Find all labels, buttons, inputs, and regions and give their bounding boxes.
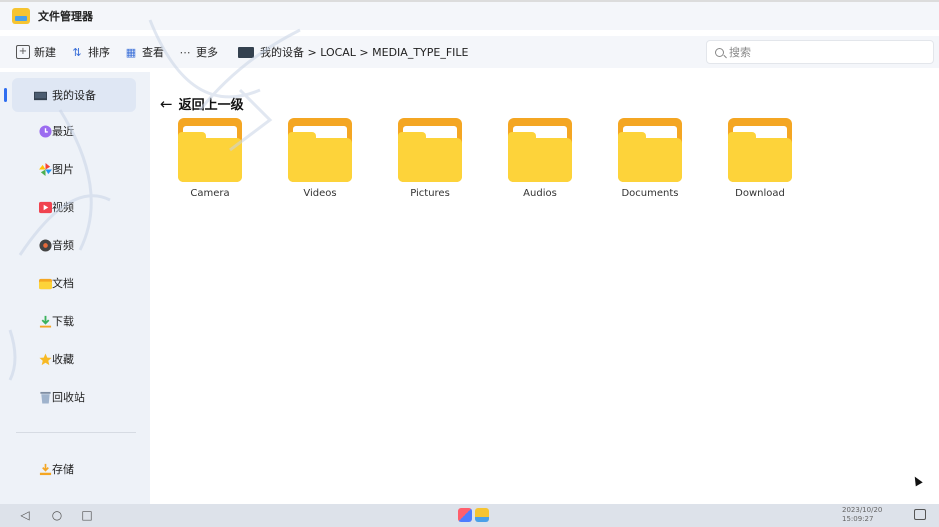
sidebar-item-downloads[interactable]: 下载 bbox=[16, 304, 140, 338]
sidebar-item-label: 文档 bbox=[52, 277, 74, 290]
more-button[interactable]: ⋯ 更多 bbox=[178, 44, 219, 60]
sidebar-item-documents[interactable]: 文档 bbox=[16, 266, 140, 300]
storage-icon bbox=[39, 463, 52, 475]
sidebar-item-label: 图片 bbox=[52, 163, 74, 176]
home-nav-icon[interactable]: ○ bbox=[50, 508, 64, 522]
search-icon bbox=[715, 47, 724, 57]
sidebar-item-audio[interactable]: 音频 bbox=[16, 228, 140, 262]
breadcrumb[interactable]: 我的设备 > LOCAL > MEDIA_TYPE_FILE bbox=[238, 44, 469, 60]
pinwheel-icon bbox=[39, 162, 52, 176]
sidebar-item-recent[interactable]: 最近 bbox=[16, 114, 140, 148]
sort-icon: ⇅ bbox=[72, 45, 82, 59]
breadcrumb-path: 我的设备 > LOCAL > MEDIA_TYPE_FILE bbox=[260, 46, 469, 59]
folder-label: Audios bbox=[523, 188, 557, 199]
sidebar-item-label: 收藏 bbox=[52, 353, 74, 366]
file-manager-taskbar-icon[interactable] bbox=[475, 508, 489, 522]
folder-download[interactable]: Download bbox=[715, 118, 805, 206]
taskbar: ◁ ○ □ 2023/10/20 15:09:27 bbox=[0, 504, 939, 527]
folder-audios[interactable]: Audios bbox=[495, 118, 585, 206]
sidebar-item-label: 回收站 bbox=[52, 391, 85, 404]
grid-icon: ▦ bbox=[125, 45, 137, 59]
search-input[interactable]: 搜索 bbox=[706, 40, 934, 64]
back-nav-icon[interactable]: ◁ bbox=[18, 508, 32, 522]
sidebar-item-my-device[interactable]: 我的设备 bbox=[4, 78, 136, 112]
folder-icon bbox=[728, 118, 792, 182]
search-placeholder: 搜索 bbox=[729, 46, 751, 59]
title-bar: 文件管理器 bbox=[0, 0, 939, 30]
folder-icon bbox=[178, 118, 242, 182]
active-indicator bbox=[4, 88, 7, 102]
clock-icon bbox=[39, 124, 52, 138]
back-button[interactable]: ← 返回上一级 bbox=[160, 94, 244, 114]
trash-icon bbox=[40, 391, 51, 404]
toolbar: + 新建 ⇅ 排序 ▦ 查看 ⋯ 更多 我的设备 > LOCAL > MEDIA… bbox=[0, 36, 939, 68]
window-title: 文件管理器 bbox=[38, 10, 93, 23]
star-icon bbox=[39, 352, 52, 365]
sidebar-item-label: 音频 bbox=[52, 239, 74, 252]
view-button[interactable]: ▦ 查看 bbox=[124, 44, 164, 60]
download-icon bbox=[39, 315, 52, 328]
back-arrow-icon: ← bbox=[160, 94, 173, 113]
video-icon bbox=[39, 201, 52, 213]
more-button-label: 更多 bbox=[196, 46, 218, 59]
sidebar-item-label: 我的设备 bbox=[52, 89, 96, 102]
computer-icon bbox=[34, 91, 47, 100]
folder-icon bbox=[508, 118, 572, 182]
file-manager-app-icon bbox=[12, 8, 30, 24]
sidebar-item-pictures[interactable]: 图片 bbox=[16, 152, 140, 186]
sidebar-item-label: 视频 bbox=[52, 201, 74, 214]
folder-videos[interactable]: Videos bbox=[275, 118, 365, 206]
new-button-label: 新建 bbox=[34, 46, 56, 59]
folder-icon bbox=[618, 118, 682, 182]
app-launcher-icon[interactable] bbox=[458, 508, 472, 522]
folder-camera[interactable]: Camera bbox=[165, 118, 255, 206]
notification-icon[interactable] bbox=[914, 509, 926, 520]
sidebar-item-label: 下载 bbox=[52, 315, 74, 328]
folder-icon bbox=[39, 278, 52, 289]
folder-label: Download bbox=[735, 188, 785, 199]
sidebar-divider bbox=[16, 432, 136, 433]
more-icon: ⋯ bbox=[179, 45, 191, 59]
audio-icon bbox=[39, 238, 52, 252]
clock-date: 2023/10/20 bbox=[842, 506, 883, 514]
folder-icon bbox=[398, 118, 462, 182]
folder-label: Videos bbox=[303, 188, 337, 199]
sidebar-item-recycle-bin[interactable]: 回收站 bbox=[16, 380, 140, 414]
view-button-label: 查看 bbox=[142, 46, 164, 59]
folder-label: Pictures bbox=[410, 188, 450, 199]
folder-icon bbox=[288, 118, 352, 182]
content-area: ← 返回上一级 Camera Videos Pictures Audios Do… bbox=[150, 72, 939, 504]
folder-pictures[interactable]: Pictures bbox=[385, 118, 475, 206]
sidebar-item-storage[interactable]: 存储 bbox=[16, 452, 140, 486]
sidebar-item-label: 存储 bbox=[52, 463, 74, 476]
sidebar-item-favorites[interactable]: 收藏 bbox=[16, 342, 140, 376]
sort-button-label: 排序 bbox=[88, 46, 110, 59]
sidebar: 我的设备 最近 图片 视频 音频 文档 下载 收藏 回收站 存储 bbox=[0, 72, 150, 504]
new-button[interactable]: + 新建 bbox=[16, 44, 56, 60]
sidebar-item-videos[interactable]: 视频 bbox=[16, 190, 140, 224]
computer-icon bbox=[238, 46, 254, 58]
clock-time: 15:09:27 bbox=[842, 515, 874, 523]
sidebar-item-label: 最近 bbox=[52, 125, 74, 138]
clock: 2023/10/20 15:09:27 bbox=[842, 506, 882, 524]
folder-documents[interactable]: Documents bbox=[605, 118, 695, 206]
sort-button[interactable]: ⇅ 排序 bbox=[70, 44, 110, 60]
recents-nav-icon[interactable]: □ bbox=[80, 508, 94, 522]
plus-icon: + bbox=[16, 45, 30, 59]
folder-label: Documents bbox=[621, 188, 679, 199]
back-label: 返回上一级 bbox=[178, 98, 244, 113]
folder-label: Camera bbox=[190, 188, 230, 199]
